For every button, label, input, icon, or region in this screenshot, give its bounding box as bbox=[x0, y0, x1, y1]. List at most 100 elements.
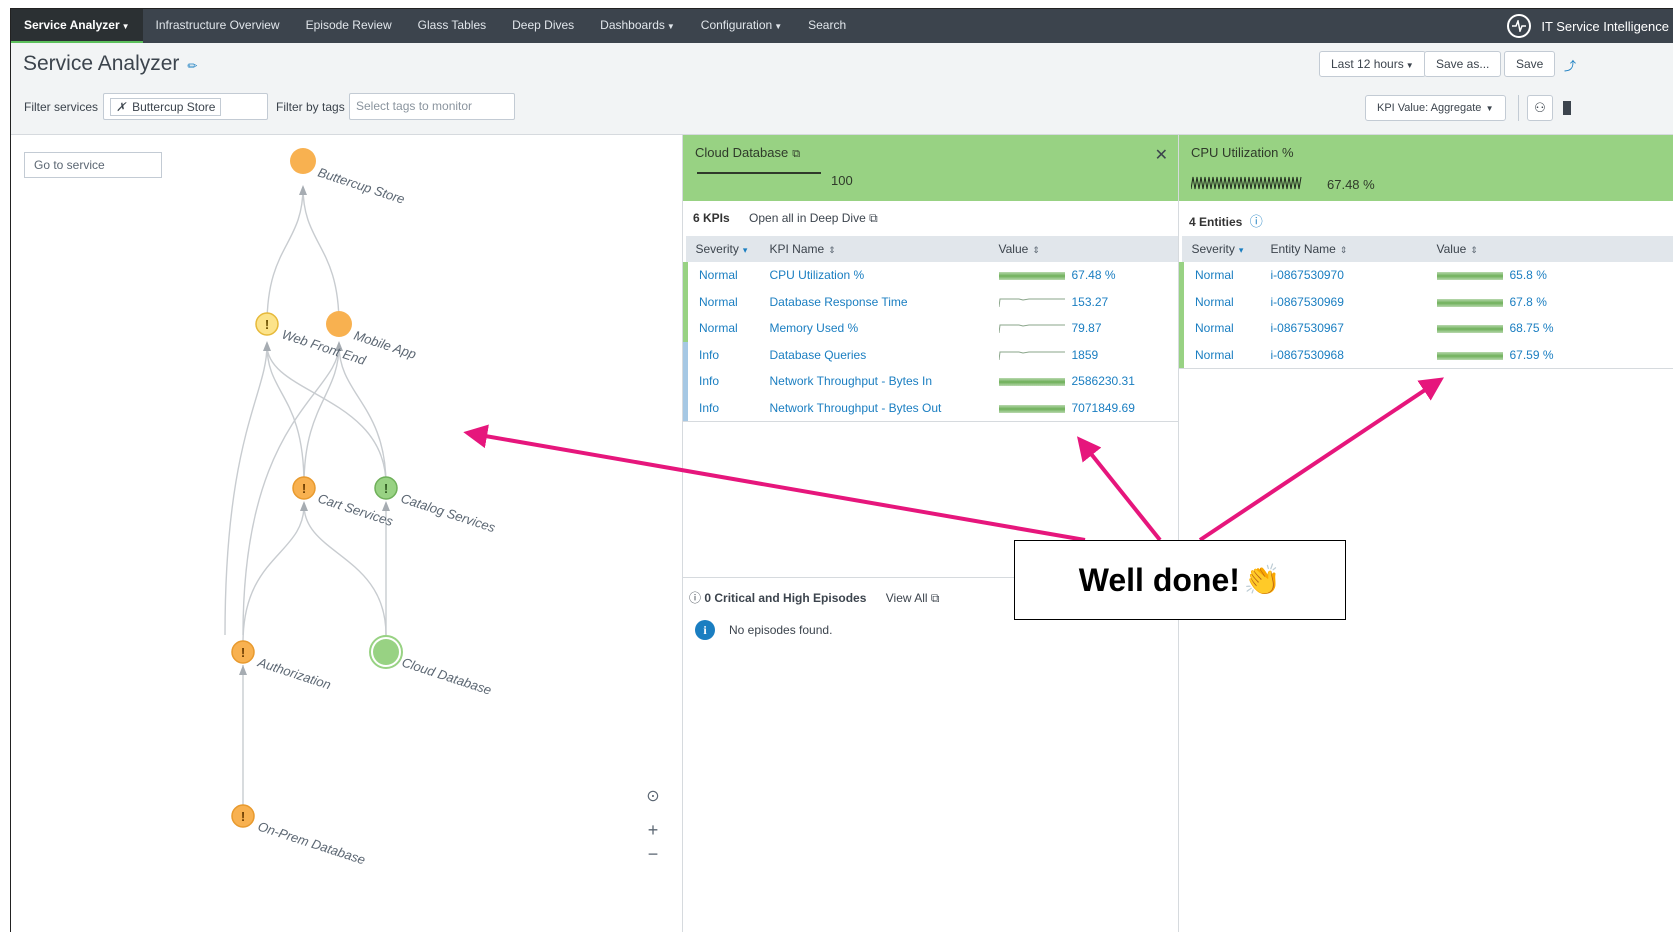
sparkline bbox=[1436, 351, 1503, 360]
save-as-button[interactable]: Save as... bbox=[1424, 51, 1502, 77]
sort-icon: ⇕ bbox=[1339, 245, 1348, 255]
entity-name-link[interactable]: i-0867530967 bbox=[1261, 315, 1427, 342]
entity-panel-title: CPU Utilization % bbox=[1191, 145, 1294, 160]
sparkline bbox=[998, 351, 1065, 360]
share-icon[interactable]: ⤴ bbox=[1564, 57, 1576, 74]
kpi-panel-title[interactable]: Cloud Database ⧉ bbox=[695, 145, 800, 161]
col-severity[interactable]: Severity ▾ bbox=[685, 236, 760, 262]
col-value[interactable]: Value ⇕ bbox=[988, 236, 1178, 262]
sparkline bbox=[998, 272, 1065, 281]
nav-episode-review[interactable]: Episode Review bbox=[293, 9, 405, 43]
pencil-icon[interactable]: ✏ bbox=[187, 59, 197, 73]
table-row[interactable]: Normal Database Response Time 153.27 bbox=[683, 288, 1179, 316]
filter-services-input[interactable]: ✗ Buttercup Store bbox=[103, 93, 268, 120]
table-row[interactable]: Normal i-0867530970 65.8 % bbox=[1179, 262, 1673, 289]
zoom-out-icon[interactable]: − bbox=[643, 844, 663, 865]
table-row[interactable]: Normal Memory Used % 79.87 bbox=[683, 315, 1179, 342]
sparkline bbox=[998, 404, 1065, 413]
sort-desc-icon: ▾ bbox=[1238, 245, 1244, 255]
severity-cell: Normal bbox=[1179, 315, 1261, 342]
close-icon[interactable]: ✕ bbox=[1155, 145, 1168, 165]
health-sparkline bbox=[697, 172, 821, 174]
external-link-icon[interactable]: ⧉ bbox=[792, 148, 800, 160]
entity-name-link[interactable]: i-0867530970 bbox=[1261, 262, 1427, 289]
no-episodes-message: i No episodes found. bbox=[695, 620, 832, 640]
caret-down-icon: ▼ bbox=[1405, 61, 1414, 70]
entity-name-link[interactable]: i-0867530968 bbox=[1261, 342, 1427, 369]
kpi-name-link[interactable]: Network Throughput - Bytes In bbox=[760, 368, 989, 395]
node-buttercup-store[interactable]: Buttercup Store bbox=[290, 148, 407, 207]
severity-cell: Info bbox=[683, 341, 760, 368]
open-deep-dive-link[interactable]: Open all in Deep Dive ⧉ bbox=[749, 211, 878, 225]
sort-icon: ⇕ bbox=[828, 245, 836, 255]
nav-glass-tables[interactable]: Glass Tables bbox=[405, 9, 499, 43]
col-severity[interactable]: Severity ▾ bbox=[1181, 236, 1261, 262]
node-label: Buttercup Store bbox=[316, 165, 407, 207]
node-on-prem-database[interactable]: ! On-Prem Database bbox=[231, 804, 367, 867]
app-brand[interactable]: IT Service Intelligence bbox=[1507, 9, 1673, 43]
value-cell: 1859 bbox=[989, 342, 1179, 369]
node-catalog-services[interactable]: ! Catalog Services bbox=[374, 476, 498, 535]
time-range-picker[interactable]: Last 12 hours ▼ bbox=[1319, 51, 1426, 77]
nav-deep-dives[interactable]: Deep Dives bbox=[499, 9, 587, 43]
service-topology: Go to service Buttercup Store ! Web Fron… bbox=[11, 134, 683, 932]
node-authorization[interactable]: ! Authorization bbox=[231, 640, 333, 692]
kpi-name-link[interactable]: CPU Utilization % bbox=[760, 262, 989, 289]
node-label: Cloud Database bbox=[400, 655, 493, 698]
kpi-name-link[interactable]: Network Throughput - Bytes Out bbox=[760, 395, 989, 422]
col-kpi-name[interactable]: KPI Name ⇕ bbox=[759, 236, 989, 262]
table-row[interactable]: Info Database Queries 1859 bbox=[683, 341, 1179, 369]
zoom-in-icon[interactable]: + bbox=[643, 820, 663, 841]
itsi-logo-icon bbox=[1507, 14, 1532, 38]
kpi-count: 6 KPIs bbox=[693, 211, 730, 225]
table-row[interactable]: Normal i-0867530968 67.59 % bbox=[1179, 341, 1673, 369]
app-frame: Service Analyzer ▼ Infrastructure Overvie… bbox=[10, 8, 1673, 932]
remove-chip-icon[interactable]: ✗ bbox=[116, 100, 126, 114]
col-value[interactable]: Value ⇕ bbox=[1426, 236, 1673, 262]
value-cell: 67.8 % bbox=[1427, 289, 1673, 316]
nav-search[interactable]: Search bbox=[795, 9, 859, 43]
help-icon[interactable]: ⓘ bbox=[1250, 214, 1263, 229]
sparkline bbox=[998, 298, 1065, 307]
grid-view-icon[interactable] bbox=[1563, 101, 1571, 115]
table-bottom-border bbox=[1179, 368, 1673, 369]
caret-down-icon: ▼ bbox=[774, 22, 783, 31]
entity-name-link[interactable]: i-0867530969 bbox=[1261, 289, 1427, 316]
table-row[interactable]: Normal i-0867530967 68.75 % bbox=[1179, 315, 1673, 342]
kpi-name-link[interactable]: Database Queries bbox=[760, 342, 989, 369]
info-icon: i bbox=[695, 620, 715, 640]
kpi-name-link[interactable]: Memory Used % bbox=[760, 315, 989, 342]
nav-configuration[interactable]: Configuration ▼ bbox=[688, 9, 795, 43]
severity-cell: Info bbox=[683, 394, 760, 421]
table-row[interactable]: Info Network Throughput - Bytes In 2586230… bbox=[683, 368, 1179, 395]
kpi-name-link[interactable]: Database Response Time bbox=[760, 289, 989, 316]
caret-down-icon: ▼ bbox=[121, 22, 130, 31]
nav-infrastructure-overview[interactable]: Infrastructure Overview bbox=[143, 9, 293, 43]
sparkline bbox=[998, 324, 1065, 334]
kpi-value-select[interactable]: KPI Value: Aggregate ▼ bbox=[1365, 95, 1506, 121]
nav-service-analyzer[interactable]: Service Analyzer ▼ bbox=[11, 9, 143, 43]
headline-value: 67.48 % bbox=[1327, 177, 1375, 192]
view-all-link[interactable]: View All ⧉ bbox=[886, 591, 940, 605]
table-row[interactable]: Info Network Throughput - Bytes Out 707184… bbox=[683, 394, 1179, 422]
nav-dashboards[interactable]: Dashboards ▼ bbox=[587, 9, 688, 43]
table-row[interactable]: Normal CPU Utilization % 67.48 % bbox=[683, 262, 1179, 289]
save-button[interactable]: Save bbox=[1504, 51, 1556, 77]
severity-cell: Normal bbox=[1179, 341, 1261, 368]
top-nav: Service Analyzer ▼ Infrastructure Overvie… bbox=[11, 9, 1673, 43]
filter-chip-label: Buttercup Store bbox=[132, 100, 216, 114]
cpu-sparkline bbox=[1191, 176, 1302, 190]
clapping-hands-icon: 👏 bbox=[1243, 563, 1282, 597]
filter-chip[interactable]: ✗ Buttercup Store bbox=[110, 98, 222, 116]
node-cloud-database[interactable]: Cloud Database bbox=[369, 635, 493, 698]
kpi-table: Severity ▾ KPI Name ⇕ Value ⇕ Normal CPU Uti… bbox=[683, 236, 1178, 421]
locate-icon[interactable]: ⊙ bbox=[643, 786, 663, 806]
value-cell: 68.75 % bbox=[1427, 315, 1673, 342]
tree-view-icon[interactable]: ⚇ bbox=[1527, 95, 1553, 121]
filter-tags-input[interactable]: Select tags to monitor bbox=[349, 93, 515, 120]
col-entity-name[interactable]: Entity Name ⇕ bbox=[1260, 236, 1427, 262]
value-cell: 7071849.69 bbox=[989, 395, 1179, 422]
entity-table: Severity ▾ Entity Name ⇕ Value ⇕ Normal i-08… bbox=[1179, 236, 1673, 368]
kpi-count-row: 6 KPIs Open all in Deep Dive ⧉ bbox=[693, 211, 878, 226]
table-row[interactable]: Normal i-0867530969 67.8 % bbox=[1179, 288, 1673, 316]
